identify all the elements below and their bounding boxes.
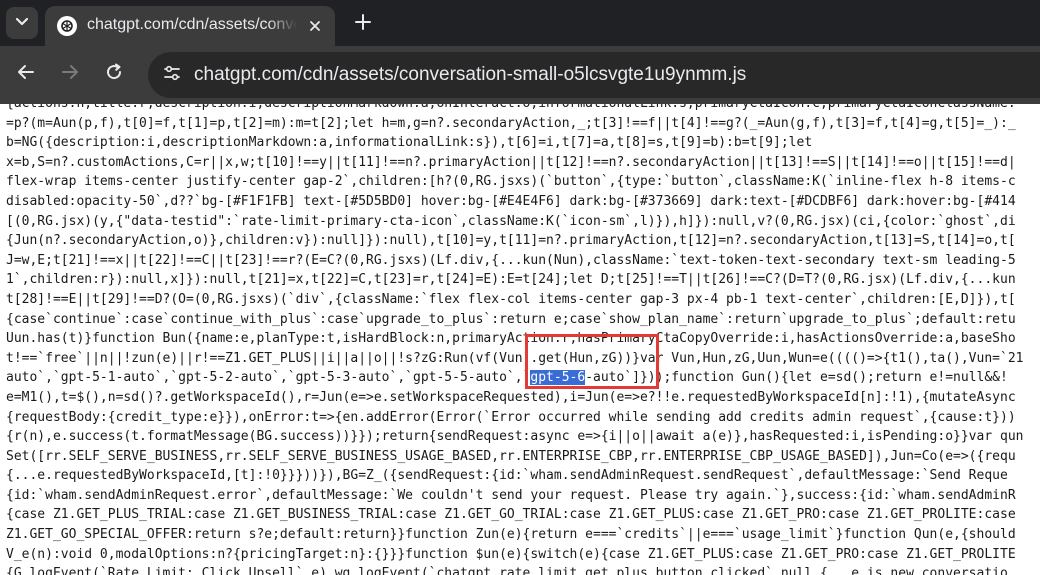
code-line: Uun.has(t)}function Bun({name:e,planType… [6, 331, 1016, 347]
code-line: {case`continue`:case`continue_with_plus`… [6, 311, 1016, 327]
openai-logo-icon [57, 16, 77, 36]
code-line: {r(n),e.success(t.formatMessage(BG.succe… [6, 429, 1024, 445]
address-bar[interactable]: chatgpt.com/cdn/assets/conversation-smal… [148, 52, 1040, 98]
code-line: {requestBody:{credit_type:e}}),onError:t… [6, 409, 1016, 425]
code-line: Z1.GET_GO_SPECIAL_OFFER:return s?e;defau… [6, 527, 1016, 543]
code-line: [(0,RG.jsx)(y,{"data-testid":`rate-limit… [6, 213, 1016, 229]
code-line: {Jun(n?.secondaryAction,o)},children:v})… [6, 233, 1016, 249]
code-line: Set([rr.SELF_SERVE_BUSINESS,rr.SELF_SERV… [6, 448, 1016, 464]
tab-search-button[interactable] [6, 7, 38, 39]
code-text-segment: auto`,`gpt-5-1-auto`,`gpt-5-2-auto`,`gpt… [6, 370, 531, 386]
back-button[interactable] [14, 62, 38, 86]
forward-button[interactable] [58, 62, 82, 86]
site-info-button[interactable] [158, 61, 186, 89]
code-line: J=w,E;t[21]!==x||t[22]!==C||t[23]!==r?(E… [6, 252, 1016, 268]
code-line: V_e(n):void 0,modalOptions:n?{pricingTar… [6, 546, 1016, 562]
close-tab-icon[interactable] [305, 16, 325, 36]
code-line: {id:`wham.sendAdminRequest.error`,defaul… [6, 487, 1016, 503]
code-line: disabled:opacity-50`,d??`bg-[#F1F1FB] te… [6, 193, 1016, 209]
tab-title: chatgpt.com/cdn/assets/conversation-smal… [87, 16, 297, 34]
code-line: t!==`free`||n||!zun(e)||r!==Z1.GET_PLUS|… [6, 350, 1024, 366]
arrow-right-icon [60, 62, 80, 87]
code-line: flex-wrap items-center justify-center ga… [6, 174, 1016, 190]
code-line: x=b,S=n?.customActions,C=r||x,w;t[10]!==… [6, 154, 1016, 170]
reload-button[interactable] [102, 62, 126, 86]
chevron-down-icon [14, 13, 30, 34]
tab-strip: chatgpt.com/cdn/assets/conversation-smal… [0, 0, 1040, 46]
plus-icon [354, 13, 372, 36]
url-text[interactable]: chatgpt.com/cdn/assets/conversation-smal… [194, 64, 746, 86]
code-line: 1`,children:r}):null,x]}):null,t[21]=x,t… [6, 272, 1016, 288]
reload-icon [104, 62, 124, 87]
arrow-left-icon [16, 62, 36, 87]
browser-toolbar: chatgpt.com/cdn/assets/conversation-smal… [0, 46, 1040, 104]
code-line: e=M1(),t=$(),n=sd()?.getWorkspaceId(),r=… [6, 389, 1016, 405]
code-line: =p?(m=Aun(p,f),t[0]=f,t[1]=p,t[2]=m):m=t… [6, 115, 1016, 131]
code-line: {actions:n,title:r,description:i,descrip… [0, 104, 1040, 114]
code-line: {case Z1.GET_PLUS_TRIAL:case Z1.GET_BUSI… [6, 507, 1016, 523]
browser-tab[interactable]: chatgpt.com/cdn/assets/conversation-smal… [45, 6, 335, 46]
source-code-view: {actions:n,title:r,description:i,descrip… [0, 104, 1040, 575]
code-line: auto`,`gpt-5-1-auto`,`gpt-5-2-auto`,`gpt… [0, 368, 1040, 388]
code-line: t[28]!==E||t[29]!==D?(O=(0,RG.jsxs)(`div… [6, 291, 1016, 307]
new-tab-button[interactable] [350, 11, 376, 37]
red-highlight-box [525, 334, 659, 389]
code-line: {G.logEvent(`Rate Limit: Click Upsell`,e… [6, 566, 1008, 575]
code-line: {...e.requestedByWorkspaceId,[t]:!0}}}))… [6, 468, 1008, 484]
tune-icon [163, 64, 181, 87]
code-text: {actions:n,title:r,description:i,descrip… [0, 104, 1040, 575]
code-line: b=NG({description:i,descriptionMarkdown:… [6, 135, 813, 151]
